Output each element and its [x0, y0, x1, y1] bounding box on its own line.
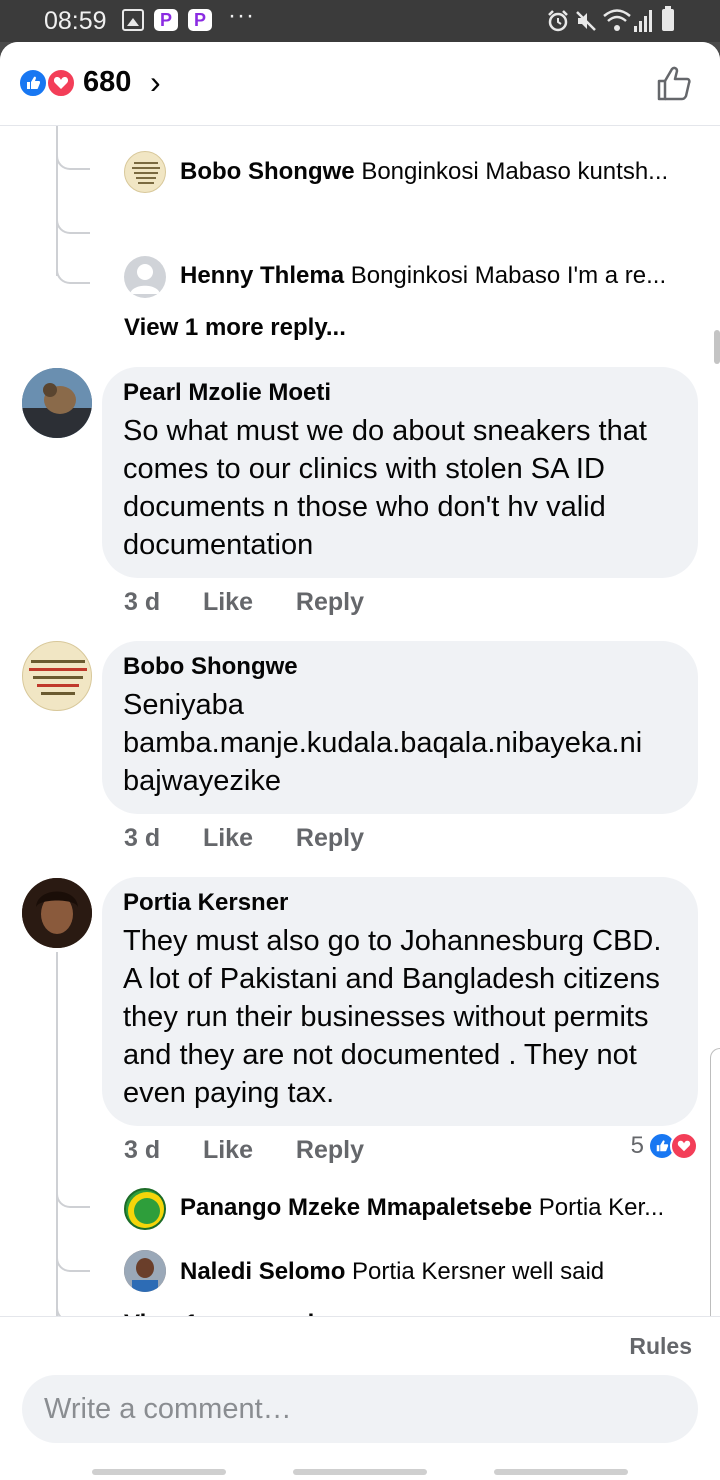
like-button[interactable]: Like — [203, 824, 289, 853]
comment-composer-area: Rules — [0, 1316, 720, 1480]
reactions-header[interactable]: 680 › — [0, 42, 720, 126]
like-reaction-icon — [18, 68, 48, 98]
reply-preview[interactable]: Henny Thlema Bonginkosi Mabaso I'm a re.… — [124, 254, 694, 298]
comment-author[interactable]: Bobo Shongwe — [123, 653, 678, 681]
comment-author[interactable]: Pearl Mzolie Moeti — [123, 379, 678, 407]
like-button[interactable]: Like — [203, 588, 289, 617]
comments-sheet: 680 › Bobo Shongwe Bonginkosi Mabaso kun… — [0, 42, 720, 1480]
comment-actions: 3 d Like Reply — [124, 824, 364, 853]
comment-text: So what must we do about sneakers that c… — [123, 415, 647, 561]
comment-bubble[interactable]: Portia Kersner They must also go to Joha… — [102, 877, 698, 1126]
chevron-right-icon[interactable]: › — [150, 64, 161, 101]
thread-connector — [56, 262, 90, 284]
comment-text: They must also go to Johannesburg CBD. A… — [123, 925, 662, 1109]
reply-text: Portia Ker... — [538, 1194, 665, 1221]
reply-author[interactable]: Henny Thlema — [180, 262, 344, 289]
scroll-edge-indicator — [710, 1048, 720, 1334]
nav-handle — [92, 1469, 226, 1475]
comment-timestamp: 3 d — [124, 1136, 161, 1164]
comment-thread[interactable]: Bobo Shongwe Bonginkosi Mabaso kuntsh...… — [0, 126, 720, 1337]
comment-reactions[interactable]: 5 — [631, 1132, 698, 1160]
comment-actions: 3 d Like Reply — [124, 1136, 364, 1165]
love-reaction-icon — [670, 1132, 698, 1160]
reply-preview[interactable]: Panango Mzeke Mmapaletsebe Portia Ker... — [124, 1186, 694, 1230]
reply-author[interactable]: Panango Mzeke Mmapaletsebe — [180, 1194, 532, 1221]
alarm-icon — [548, 10, 568, 32]
reply-author[interactable]: Bobo Shongwe — [180, 158, 355, 185]
reply-text: Bonginkosi Mabaso I'm a re... — [350, 262, 667, 289]
signal-icon — [634, 10, 652, 32]
avatar[interactable] — [22, 641, 92, 711]
comment-text: Seniyaba bamba.manje.kudala.baqala.nibay… — [123, 689, 643, 797]
thread-connector — [56, 212, 90, 234]
battery-icon — [662, 6, 674, 31]
nav-handle — [293, 1469, 427, 1475]
wifi-icon — [603, 9, 631, 31]
mute-icon — [576, 11, 596, 31]
reply-preview[interactable]: Bobo Shongwe Bonginkosi Mabaso kuntsh... — [124, 150, 694, 194]
p-app-icon: P — [188, 9, 212, 31]
avatar[interactable] — [22, 368, 92, 438]
comment-bubble[interactable]: Bobo Shongwe Seniyaba bamba.manje.kudala… — [102, 641, 698, 814]
clock: 08:59 — [44, 7, 107, 35]
status-bar: 08:59 P P ··· — [0, 0, 720, 42]
rules-link[interactable]: Rules — [629, 1333, 692, 1360]
reply-button[interactable]: Reply — [296, 1136, 364, 1165]
gallery-icon — [122, 9, 144, 31]
comment-timestamp: 3 d — [124, 824, 161, 852]
reply-text: Bonginkosi Mabaso kuntsh... — [361, 158, 669, 185]
like-post-button[interactable] — [656, 66, 692, 102]
reaction-count: 680 — [83, 66, 132, 98]
like-button[interactable]: Like — [203, 1136, 289, 1165]
thread-connector — [56, 1250, 90, 1272]
comment-actions: 3 d Like Reply — [124, 588, 364, 617]
thread-connector — [56, 1186, 90, 1208]
more-notifications-icon: ··· — [228, 2, 255, 29]
reply-button[interactable]: Reply — [296, 588, 364, 617]
comment-bubble[interactable]: Pearl Mzolie Moeti So what must we do ab… — [102, 367, 698, 578]
avatar[interactable] — [22, 878, 92, 948]
view-more-replies-link[interactable]: View 1 more reply... — [124, 314, 346, 342]
comment-timestamp: 3 d — [124, 588, 161, 616]
reply-text: Portia Kersner well said — [352, 1258, 605, 1285]
p-app-icon: P — [154, 9, 178, 31]
reply-author[interactable]: Naledi Selomo — [180, 1258, 345, 1285]
scrollbar-thumb[interactable] — [714, 330, 720, 364]
reply-preview[interactable]: Naledi Selomo Portia Kersner well said — [124, 1250, 694, 1294]
comment-author[interactable]: Portia Kersner — [123, 889, 678, 917]
thread-connector — [56, 148, 90, 170]
reply-button[interactable]: Reply — [296, 824, 364, 853]
nav-handle — [494, 1469, 628, 1475]
comment-input[interactable] — [22, 1375, 698, 1443]
comment-reaction-count: 5 — [630, 1132, 644, 1159]
love-reaction-icon — [46, 68, 76, 98]
